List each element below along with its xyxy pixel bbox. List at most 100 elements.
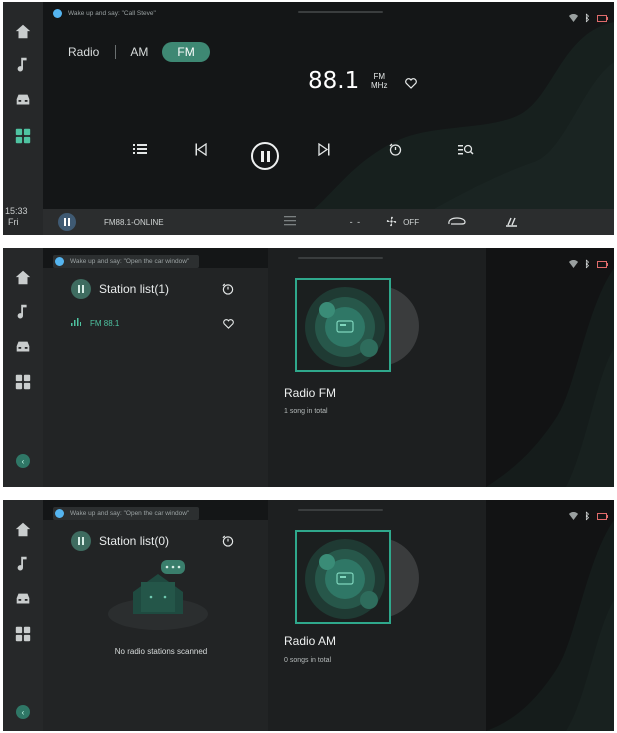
voice-assistant-icon[interactable]	[55, 509, 64, 518]
apps-grid-icon[interactable]	[13, 372, 33, 392]
status-icons: ᛒ	[568, 507, 608, 525]
home-icon[interactable]	[13, 268, 33, 288]
next-icon[interactable]	[318, 143, 330, 156]
empty-state-illustration	[103, 552, 213, 637]
sidebar: ‹	[3, 500, 43, 731]
album-title: Radio AM	[284, 634, 337, 648]
timer-icon[interactable]	[222, 534, 234, 552]
car-icon[interactable]	[13, 90, 33, 110]
album-art	[295, 530, 391, 624]
voice-assistant-icon[interactable]	[55, 257, 64, 266]
back-button[interactable]: ‹	[16, 705, 30, 719]
frequency-display: 88.1	[308, 68, 360, 94]
music-note-icon[interactable]	[13, 54, 33, 74]
wifi-icon	[568, 9, 578, 27]
voice-assistant-icon[interactable]	[53, 9, 62, 18]
status-icons: ᛒ	[568, 9, 608, 27]
back-button[interactable]: ‹	[16, 454, 30, 468]
album-title: Radio FM	[284, 386, 337, 400]
station-list-header: Station list(0)	[71, 531, 169, 551]
temperature-display[interactable]: - -	[350, 217, 362, 227]
voice-hint-text: Wake up and say: "Open the car window"	[70, 258, 190, 265]
station-row[interactable]: FM 88.1	[71, 318, 119, 328]
bottom-bar: FM88.1-ONLINE - - OFF	[43, 209, 614, 235]
station-list-title: Station list(1)	[99, 282, 170, 296]
album-song-count: 1 song in total	[284, 408, 328, 415]
band-unit: FM	[373, 72, 385, 81]
bluetooth-icon: ᛒ	[584, 511, 590, 521]
seat-heat-icon[interactable]	[505, 215, 519, 229]
music-note-icon[interactable]	[13, 553, 33, 573]
voice-hint: Wake up and say: "Open the car window"	[53, 507, 200, 520]
tab-am[interactable]: AM	[130, 45, 148, 59]
now-playing-station[interactable]: FM88.1-ONLINE	[104, 218, 164, 227]
station-list-am-screen: ‹ Wake up and say: "Open the car window"…	[3, 500, 614, 731]
album-art	[295, 278, 391, 372]
band-tabs: Radio AM FM	[68, 42, 210, 62]
clock: 15:33 Fri	[5, 206, 28, 228]
drag-handle[interactable]	[298, 509, 383, 511]
drag-handle[interactable]	[298, 257, 383, 259]
background-pane	[486, 248, 614, 487]
equalizer-icon	[71, 318, 81, 328]
background-pane	[486, 500, 614, 731]
empty-state-text: No radio stations scanned	[114, 647, 208, 656]
sidebar: 15:33 Fri	[3, 2, 43, 235]
voice-hint-text: Wake up and say: "Call Steve"	[68, 10, 156, 17]
recirculation-icon[interactable]	[447, 216, 467, 228]
favorite-heart-icon[interactable]	[223, 316, 234, 334]
bluetooth-icon: ᛒ	[584, 259, 590, 269]
background-wave	[314, 22, 614, 209]
list-icon[interactable]	[133, 143, 147, 155]
station-list-title: Station list(0)	[99, 534, 170, 548]
battery-icon	[597, 255, 608, 273]
pause-icon[interactable]	[71, 531, 91, 551]
mhz-unit: MHz	[371, 81, 388, 90]
timer-icon[interactable]	[222, 282, 234, 300]
sidebar: ‹	[3, 248, 43, 487]
bluetooth-icon: ᛒ	[584, 13, 590, 23]
apps-grid-icon[interactable]	[13, 126, 33, 146]
station-name: FM 88.1	[90, 318, 120, 328]
previous-icon[interactable]	[195, 143, 207, 156]
home-icon[interactable]	[13, 22, 33, 42]
background-wave	[486, 520, 614, 731]
voice-hint: Wake up and say: "Call Steve"	[53, 9, 156, 18]
voice-hint: Wake up and say: "Open the car window"	[53, 255, 200, 268]
background-wave	[486, 268, 614, 487]
pause-icon[interactable]	[71, 279, 91, 299]
voice-hint-text: Wake up and say: "Open the car window"	[70, 510, 190, 517]
wifi-icon	[568, 507, 578, 525]
scan-icon[interactable]	[458, 143, 474, 156]
pause-button[interactable]	[251, 142, 279, 170]
favorite-heart-icon[interactable]	[405, 76, 417, 94]
tab-fm[interactable]: FM	[162, 42, 210, 62]
clock-day: Fri	[8, 217, 19, 227]
clock-time: 15:33	[5, 206, 28, 216]
fan-status: OFF	[403, 217, 420, 227]
drag-handle[interactable]	[298, 11, 383, 13]
fan-icon[interactable]	[386, 216, 397, 229]
music-note-icon[interactable]	[13, 301, 33, 321]
battery-icon	[597, 507, 608, 525]
station-list-pane	[43, 268, 268, 487]
pause-icon	[266, 150, 270, 162]
car-icon[interactable]	[13, 589, 33, 609]
apps-grid-icon[interactable]	[13, 624, 33, 644]
station-list-header: Station list(1)	[71, 279, 169, 299]
album-song-count: 0 songs in total	[284, 657, 332, 664]
radio-logo-icon[interactable]	[58, 213, 76, 231]
car-icon[interactable]	[13, 337, 33, 357]
pause-icon	[260, 150, 264, 162]
wifi-icon	[568, 255, 578, 273]
radio-fm-screen: 15:33 Fri Wake up and say: "Call Steve" …	[3, 2, 614, 235]
menu-icon[interactable]	[283, 216, 296, 228]
radio-label: Radio	[68, 45, 100, 59]
tab-divider	[115, 45, 117, 59]
frequency-unit: FM MHz	[371, 72, 387, 90]
battery-icon	[597, 9, 608, 27]
station-list-fm-screen: ‹ Wake up and say: "Open the car window"…	[3, 248, 614, 487]
status-icons: ᛒ	[568, 255, 608, 273]
timer-icon[interactable]	[389, 143, 402, 156]
home-icon[interactable]	[13, 520, 33, 540]
